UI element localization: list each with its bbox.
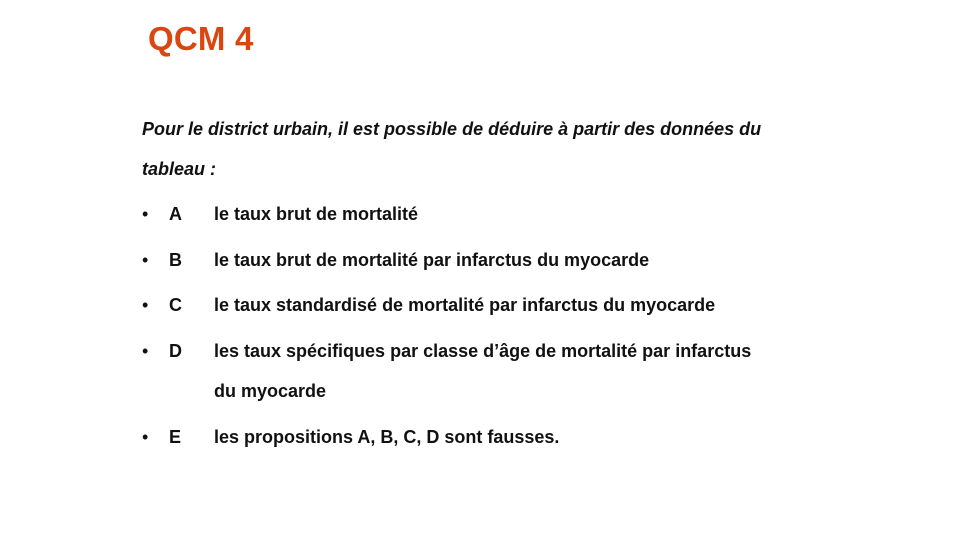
bullet-icon: • [142,250,149,270]
option-text: les taux spécifiques par classe d’âge de… [214,331,854,411]
bullet-icon: • [142,341,149,361]
option-text-line-1: le taux brut de mortalité par infarctus … [214,250,650,270]
bullet-icon: • [142,427,149,447]
option-text-line-1: les taux spécifiques par classe d’âge de… [214,341,752,361]
question-line-1: Pour le district urbain, il est possible… [142,119,762,139]
option-text-line-1: le taux brut de mortalité [214,204,419,224]
option-text-line-2: du myocarde [214,381,327,401]
option-text: le taux standardisé de mortalité par inf… [214,285,854,325]
option-letter: E [169,427,182,447]
option-letter: D [169,341,182,361]
slide-title: QCM 4 [148,20,254,57]
option-text: les propositions A, B, C, D sont fausses… [214,417,854,457]
question-text: Pour le district urbain, il est possible… [142,109,842,189]
option-letter: C [169,295,182,315]
option-letter: B [169,250,182,270]
option-text: le taux brut de mortalité [214,194,854,234]
option-text-line-1: les propositions A, B, C, D sont fausses… [214,427,560,447]
question-line-2: tableau : [142,159,217,179]
slide: QCM 4 Pour le district urbain, il est po… [0,0,960,540]
option-text-line-1: le taux standardisé de mortalité par inf… [214,295,716,315]
bullet-icon: • [142,295,149,315]
bullet-icon: • [142,204,149,224]
option-text: le taux brut de mortalité par infarctus … [214,240,854,280]
option-letter: A [169,204,182,224]
